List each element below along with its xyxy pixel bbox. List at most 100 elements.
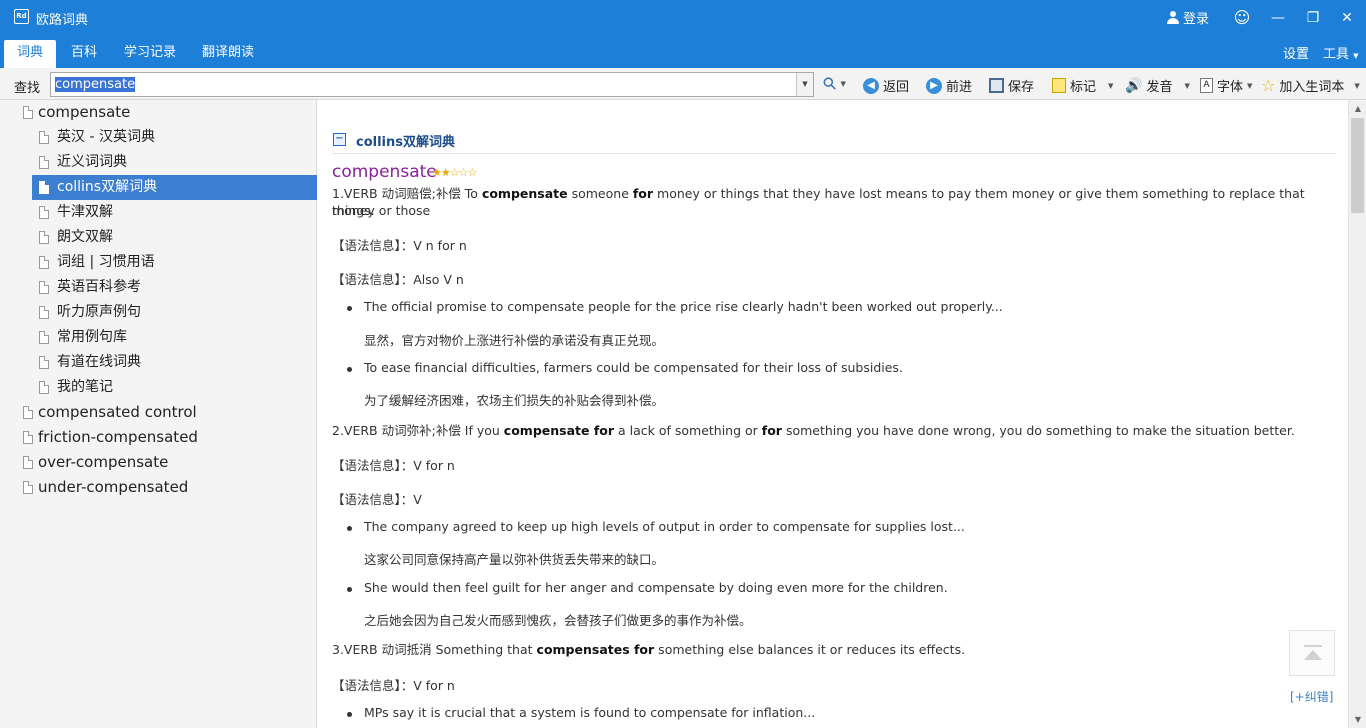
document-icon [23, 456, 33, 469]
grammar-info: 【语法信息】：V [332, 492, 422, 507]
search-button[interactable]: ⚲ ▼ [819, 73, 846, 96]
tree-item-label: 我的笔记 [57, 379, 113, 395]
bullet [347, 526, 352, 531]
tree-item-label: 牛津双解 [57, 204, 113, 220]
font-label: 字体 [1217, 80, 1244, 95]
content-scrollbar[interactable]: ▲ ▼ [1348, 100, 1366, 728]
tools-button[interactable]: 工具 ▼ [1323, 43, 1359, 62]
star-icon: ☆ [1261, 76, 1276, 95]
example-en: To ease financial difficulties, farmers … [364, 360, 903, 375]
tree-child-item[interactable]: 英汉 - 汉英词典 [32, 125, 317, 150]
minimize-button[interactable]: — [1267, 7, 1289, 29]
bullet [347, 712, 352, 717]
example-zh: 为了缓解经济困难，农场主们损失的补贴会得到补偿。 [364, 393, 665, 408]
tree-child-item[interactable]: 近义词词典 [32, 150, 317, 175]
sense-definition: 3.VERB 动词抵消 Something that compensates f… [332, 642, 966, 657]
back-button[interactable]: ◀ 返回 [863, 76, 909, 95]
bookmark-note-icon [1052, 78, 1066, 93]
scroll-up-arrow-icon[interactable]: ▲ [1349, 100, 1366, 117]
forward-button[interactable]: ▶ 前进 [926, 76, 972, 95]
headword: compensate [332, 162, 437, 182]
example-en: MPs say it is crucial that a system is f… [364, 705, 816, 720]
search-icon: ⚲ [818, 72, 842, 96]
tree-item-label: 近义词词典 [57, 154, 127, 170]
search-input[interactable] [53, 75, 793, 94]
search-label: 查找 [14, 81, 41, 96]
example-zh: 这家公司同意保持高产量以弥补供货丢失带来的缺口。 [364, 552, 665, 567]
tree-child-item[interactable]: 朗文双解 [32, 225, 317, 250]
scroll-down-arrow-icon[interactable]: ▼ [1349, 711, 1366, 728]
tree-item-label: 常用例句库 [57, 329, 127, 345]
title-bar: Rd 欧路词典 登录 ☺ — ❐ ✕ [0, 0, 1366, 36]
tree-item-label: friction-compensated [38, 428, 198, 446]
settings-button[interactable]: 设置 [1283, 43, 1309, 62]
pronounce-button[interactable]: 🔊 发音 ▼ [1125, 76, 1190, 96]
tools-label: 工具 [1323, 47, 1350, 62]
report-error-link[interactable]: [+纠错] [1290, 688, 1333, 705]
forward-label: 前进 [946, 80, 973, 95]
bullet [347, 367, 352, 372]
scroll-thumb[interactable] [1351, 118, 1364, 213]
font-button[interactable]: A 字体 ▼ [1200, 76, 1252, 95]
font-icon: A [1200, 78, 1213, 93]
feedback-smile-icon[interactable]: ☺ [1231, 7, 1253, 29]
arrow-right-icon: ▶ [926, 77, 942, 94]
document-icon [39, 331, 49, 344]
sense-definition: 2.VERB 动词弥补;补偿 If you compensate for a l… [332, 423, 1295, 438]
tree-child-item[interactable]: collins双解词典 [32, 175, 317, 200]
login-label: 登录 [1183, 12, 1210, 27]
back-to-top-icon[interactable] [1289, 630, 1335, 676]
tree-child-item[interactable]: 我的笔记 [32, 375, 317, 400]
speaker-icon: 🔊 [1125, 77, 1143, 94]
document-icon [39, 206, 49, 219]
tab-study-record[interactable]: 学习记录 [116, 40, 184, 68]
document-icon [23, 406, 33, 419]
tree-root-item[interactable]: under-compensated [0, 475, 317, 500]
grammar-info: 【语法信息】：V n for n [332, 238, 467, 253]
tree-item-label: compensate [38, 103, 131, 121]
example-en: The company agreed to keep up high level… [364, 519, 965, 534]
tree-root-item[interactable]: over-compensate [0, 450, 317, 475]
main-tab-bar: 词典 百科 学习记录 翻译朗读 设置 工具 ▼ [0, 36, 1366, 68]
document-icon [39, 356, 49, 369]
collapse-minus-icon[interactable]: − [333, 133, 346, 146]
tree-root-item[interactable]: compensate [0, 100, 317, 125]
tree-child-item[interactable]: 牛津双解 [32, 200, 317, 225]
tree-child-item[interactable]: 有道在线词典 [32, 350, 317, 375]
mark-button[interactable]: 标记 ▼ [1052, 76, 1113, 95]
tree-child-item[interactable]: 词组 | 习惯用语 [32, 250, 317, 275]
tree-child-item[interactable]: 常用例句库 [32, 325, 317, 350]
tree-item-label: under-compensated [38, 478, 189, 496]
tree-child-item[interactable]: 听力原声例句 [32, 300, 317, 325]
tree-item-label: 词组 | 习惯用语 [57, 254, 155, 270]
tab-encyclopedia[interactable]: 百科 [60, 40, 108, 68]
tree-item-label: 英汉 - 汉英词典 [57, 129, 155, 145]
tree-item-label: over-compensate [38, 453, 169, 471]
tab-dictionary[interactable]: 词典 [4, 40, 56, 68]
chevron-down-icon: ▼ [1247, 81, 1253, 90]
tab-translate-read[interactable]: 翻译朗读 [194, 40, 262, 68]
add-to-wordbook-button[interactable]: ☆ 加入生词本 ▼ [1261, 76, 1360, 95]
grammar-info: 【语法信息】：V for n [332, 678, 455, 693]
dictionary-tree-pane: compensate 英汉 - 汉英词典 近义词词典 collins双解词典 牛津双解… [0, 100, 317, 728]
tree-item-label: collins双解词典 [57, 179, 158, 195]
search-combobox: ▼ [50, 72, 814, 97]
tree-item-label: compensated control [38, 403, 197, 421]
document-icon [39, 381, 49, 394]
example-zh: 显然，官方对物价上涨进行补偿的承诺没有真正兑现。 [364, 333, 665, 348]
tree-root-item[interactable]: friction-compensated [0, 425, 317, 450]
search-history-dropdown[interactable]: ▼ [796, 73, 813, 96]
save-button[interactable]: 保存 [989, 76, 1034, 95]
tree-item-label: 朗文双解 [57, 229, 113, 245]
tree-child-item[interactable]: 英语百科参考 [32, 275, 317, 300]
document-icon [23, 106, 33, 119]
restore-button[interactable]: ❐ [1302, 7, 1324, 29]
document-icon [39, 256, 49, 269]
document-icon [23, 481, 33, 494]
login-button[interactable]: 登录 [1167, 8, 1209, 27]
close-button[interactable]: ✕ [1336, 7, 1358, 29]
document-icon [39, 281, 49, 294]
example-en: She would then feel guilt for her anger … [364, 580, 948, 595]
tree-root-item[interactable]: compensated control [0, 400, 317, 425]
chevron-down-icon: ▼ [1353, 52, 1359, 60]
